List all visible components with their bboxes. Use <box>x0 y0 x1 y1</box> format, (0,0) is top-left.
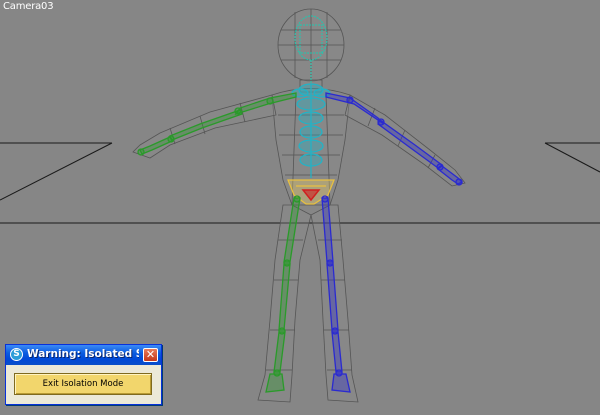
viewport-label[interactable]: Camera03 <box>3 1 54 12</box>
close-icon: ✕ <box>145 348 156 361</box>
close-button[interactable]: ✕ <box>143 348 158 362</box>
3ds-max-icon: S <box>10 348 23 361</box>
isolation-warning-dialog[interactable]: S Warning: Isolated Sel... ✕ Exit Isolat… <box>5 344 162 405</box>
dialog-title: Warning: Isolated Sel... <box>27 348 139 360</box>
dialog-titlebar[interactable]: S Warning: Isolated Sel... ✕ <box>6 345 161 365</box>
exit-isolation-mode-button[interactable]: Exit Isolation Mode <box>14 373 152 395</box>
